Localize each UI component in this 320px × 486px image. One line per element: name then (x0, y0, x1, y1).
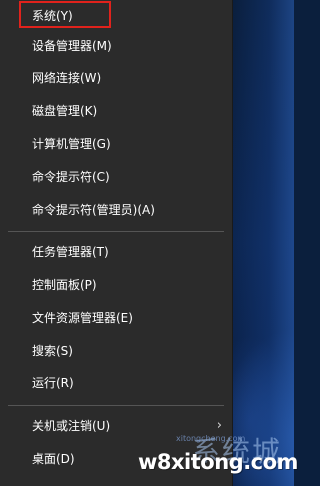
menu-item-label: 搜索(S) (32, 344, 73, 358)
site-watermark: 系统城 xitongcheng.com w8xitong.com (132, 434, 298, 486)
menu-item-disk-management[interactable]: 磁盘管理(K) (0, 95, 232, 127)
menu-item-task-manager[interactable]: 任务管理器(T) (0, 236, 232, 268)
menu-item-label: 文件资源管理器(E) (32, 311, 133, 325)
menu-item-label: 命令提示符(C) (32, 170, 110, 184)
menu-item-label: 命令提示符(管理员)(A) (32, 203, 155, 217)
menu-item-label: 设备管理器(M) (32, 39, 112, 53)
menu-item-label: 关机或注销(U) (32, 419, 111, 433)
watermark-small-text: xitongcheng.com (176, 434, 246, 443)
menu-separator (8, 231, 224, 232)
watermark-text: w8xitong.com (138, 450, 298, 474)
menu-item-command-prompt-admin[interactable]: 命令提示符(管理员)(A) (0, 194, 232, 226)
menu-item-label: 网络连接(W) (32, 71, 102, 85)
menu-item-computer-management[interactable]: 计算机管理(G) (0, 128, 232, 160)
menu-item-label: 计算机管理(G) (32, 137, 111, 151)
menu-separator (8, 405, 224, 406)
menu-item-label: 磁盘管理(K) (32, 104, 98, 118)
desktop-light-beam (232, 0, 294, 486)
menu-item-command-prompt[interactable]: 命令提示符(C) (0, 161, 232, 193)
menu-item-run[interactable]: 运行(R) (0, 367, 232, 399)
menu-item-control-panel[interactable]: 控制面板(P) (0, 269, 232, 301)
menu-item-label: 控制面板(P) (32, 278, 97, 292)
menu-item-device-manager[interactable]: 设备管理器(M) (0, 30, 232, 62)
menu-item-file-explorer[interactable]: 文件资源管理器(E) (0, 302, 232, 334)
menu-item-label: 运行(R) (32, 376, 74, 390)
winx-context-menu: 系统(Y) 设备管理器(M) 网络连接(W) 磁盘管理(K) 计算机管理(G) … (0, 0, 233, 486)
highlight-box (19, 1, 111, 28)
menu-item-network-connections[interactable]: 网络连接(W) (0, 62, 232, 94)
menu-item-search[interactable]: 搜索(S) (0, 335, 232, 367)
menu-item-label: 桌面(D) (32, 452, 75, 466)
menu-item-label: 任务管理器(T) (32, 245, 109, 259)
